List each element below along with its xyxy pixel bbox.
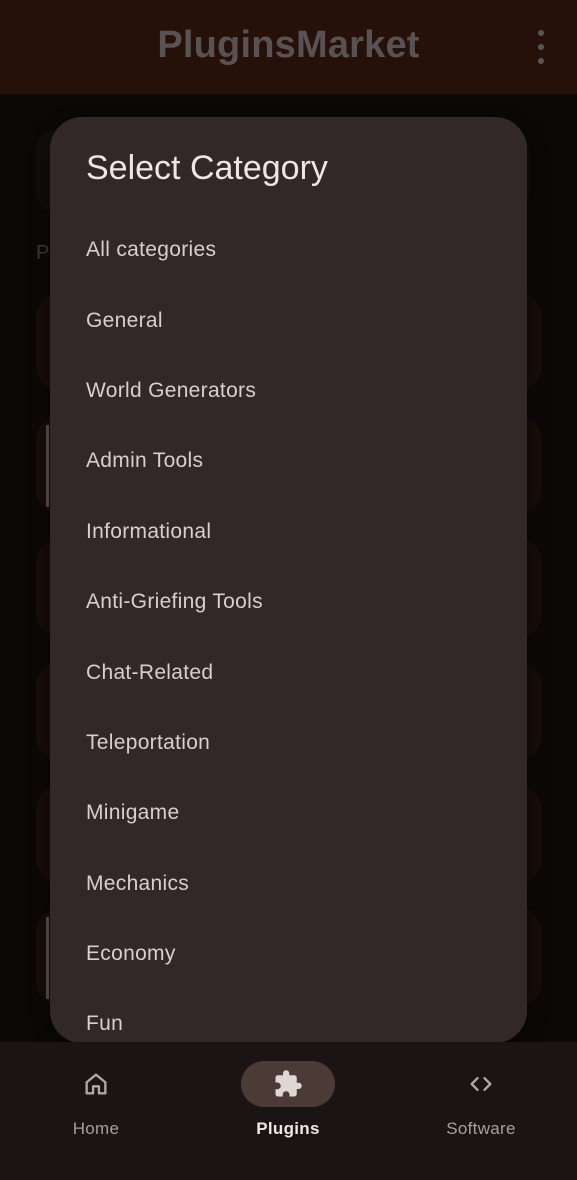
category-option-mechanics[interactable]: Mechanics — [50, 849, 527, 919]
category-option-economy[interactable]: Economy — [50, 919, 527, 989]
nav-indicator — [49, 1061, 143, 1107]
dialog-title: Select Category — [86, 149, 328, 187]
category-option-anti-griefing-tools[interactable]: Anti-Griefing Tools — [50, 567, 527, 637]
category-list: All categories General World Generators … — [50, 215, 527, 1043]
bottom-navigation-bar: Home Plugins Software — [0, 1042, 577, 1180]
category-option-teleportation[interactable]: Teleportation — [50, 708, 527, 778]
nav-indicator-active — [241, 1061, 335, 1107]
nav-label-software: Software — [446, 1119, 516, 1138]
category-option-general[interactable]: General — [50, 285, 527, 355]
nav-item-plugins[interactable]: Plugins — [192, 1042, 384, 1180]
category-option-chat-related[interactable]: Chat-Related — [50, 637, 527, 707]
nav-item-software[interactable]: Software — [385, 1042, 577, 1180]
select-category-dialog: Select Category All categories General W… — [50, 117, 527, 1043]
nav-label-plugins: Plugins — [256, 1119, 320, 1138]
category-option-minigame[interactable]: Minigame — [50, 778, 527, 848]
puzzle-icon — [275, 1070, 302, 1097]
category-option-fun[interactable]: Fun — [50, 989, 527, 1043]
category-option-informational[interactable]: Informational — [50, 497, 527, 567]
code-icon — [470, 1077, 492, 1091]
nav-label-home: Home — [72, 1119, 120, 1138]
nav-item-home[interactable]: Home — [0, 1042, 192, 1180]
category-option-world-generators[interactable]: World Generators — [50, 356, 527, 426]
nav-indicator — [434, 1061, 528, 1107]
category-option-admin-tools[interactable]: Admin Tools — [50, 426, 527, 496]
category-option-all-categories[interactable]: All categories — [50, 215, 527, 285]
home-icon — [85, 1073, 107, 1095]
